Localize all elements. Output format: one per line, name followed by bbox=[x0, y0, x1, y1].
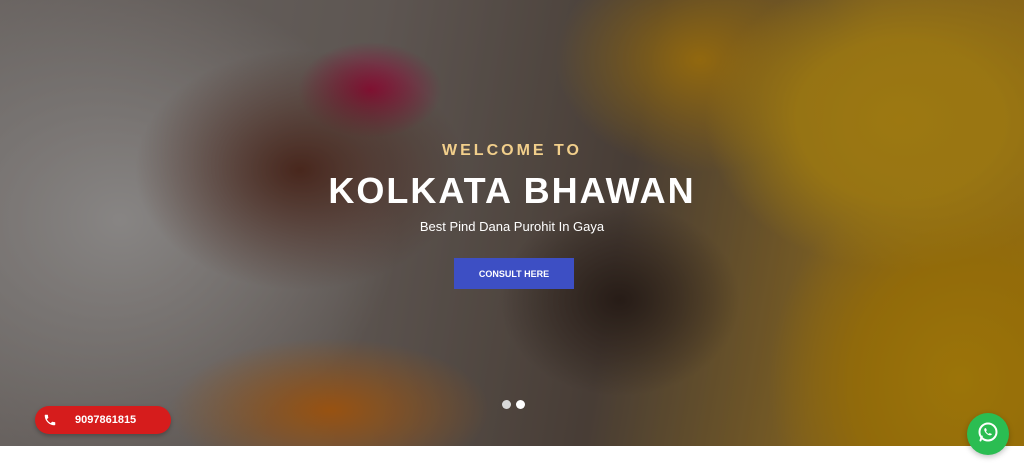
welcome-text: WELCOME TO bbox=[442, 142, 582, 159]
hero-subtitle: Best Pind Dana Purohit In Gaya bbox=[419, 219, 605, 234]
hero-title: KOLKATA BHAWAN bbox=[328, 170, 696, 211]
phone-icon bbox=[39, 409, 61, 431]
slider-dots bbox=[502, 400, 525, 409]
call-button[interactable]: 9097861815 bbox=[35, 406, 171, 434]
hero-slider: WELCOME TO KOLKATA BHAWAN Best Pind Dana… bbox=[0, 0, 1024, 446]
slider-dot-2[interactable] bbox=[516, 400, 525, 409]
whatsapp-icon bbox=[976, 420, 1000, 449]
call-number: 9097861815 bbox=[75, 414, 137, 426]
consult-button[interactable]: CONSULT HERE bbox=[454, 258, 574, 289]
whatsapp-button[interactable] bbox=[967, 413, 1009, 455]
slider-dot-1[interactable] bbox=[502, 400, 511, 409]
